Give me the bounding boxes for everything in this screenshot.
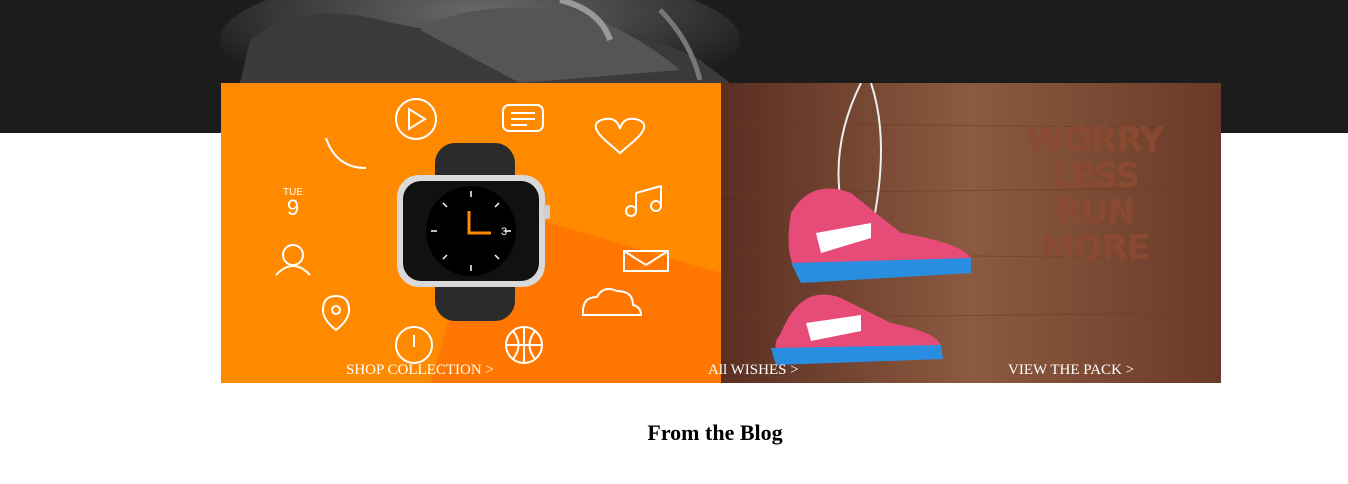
blog-section-title: From the Blog [647,420,783,445]
shop-collection-link[interactable]: SHOP COLLECTION > [346,362,494,379]
slogan-line: LESS [1050,156,1140,196]
slogan-line: RUN [1055,192,1135,232]
view-the-pack-link[interactable]: VIEW THE PACK > [1008,362,1134,379]
slogan-line: WORRY [1026,120,1165,160]
slogan-line: MORE [1040,228,1150,268]
watch-promo-image: TUE 9 3 [275,98,721,383]
watch-dial-number: 3 [501,226,507,238]
all-wishes-link[interactable]: All WISHES > [708,362,799,379]
watch-promo-panel[interactable]: TUE 9 3 [221,83,721,383]
shoes-slogan: WORRY LESS RUN MORE [1025,122,1165,266]
watch-date-label: 9 [287,195,299,220]
